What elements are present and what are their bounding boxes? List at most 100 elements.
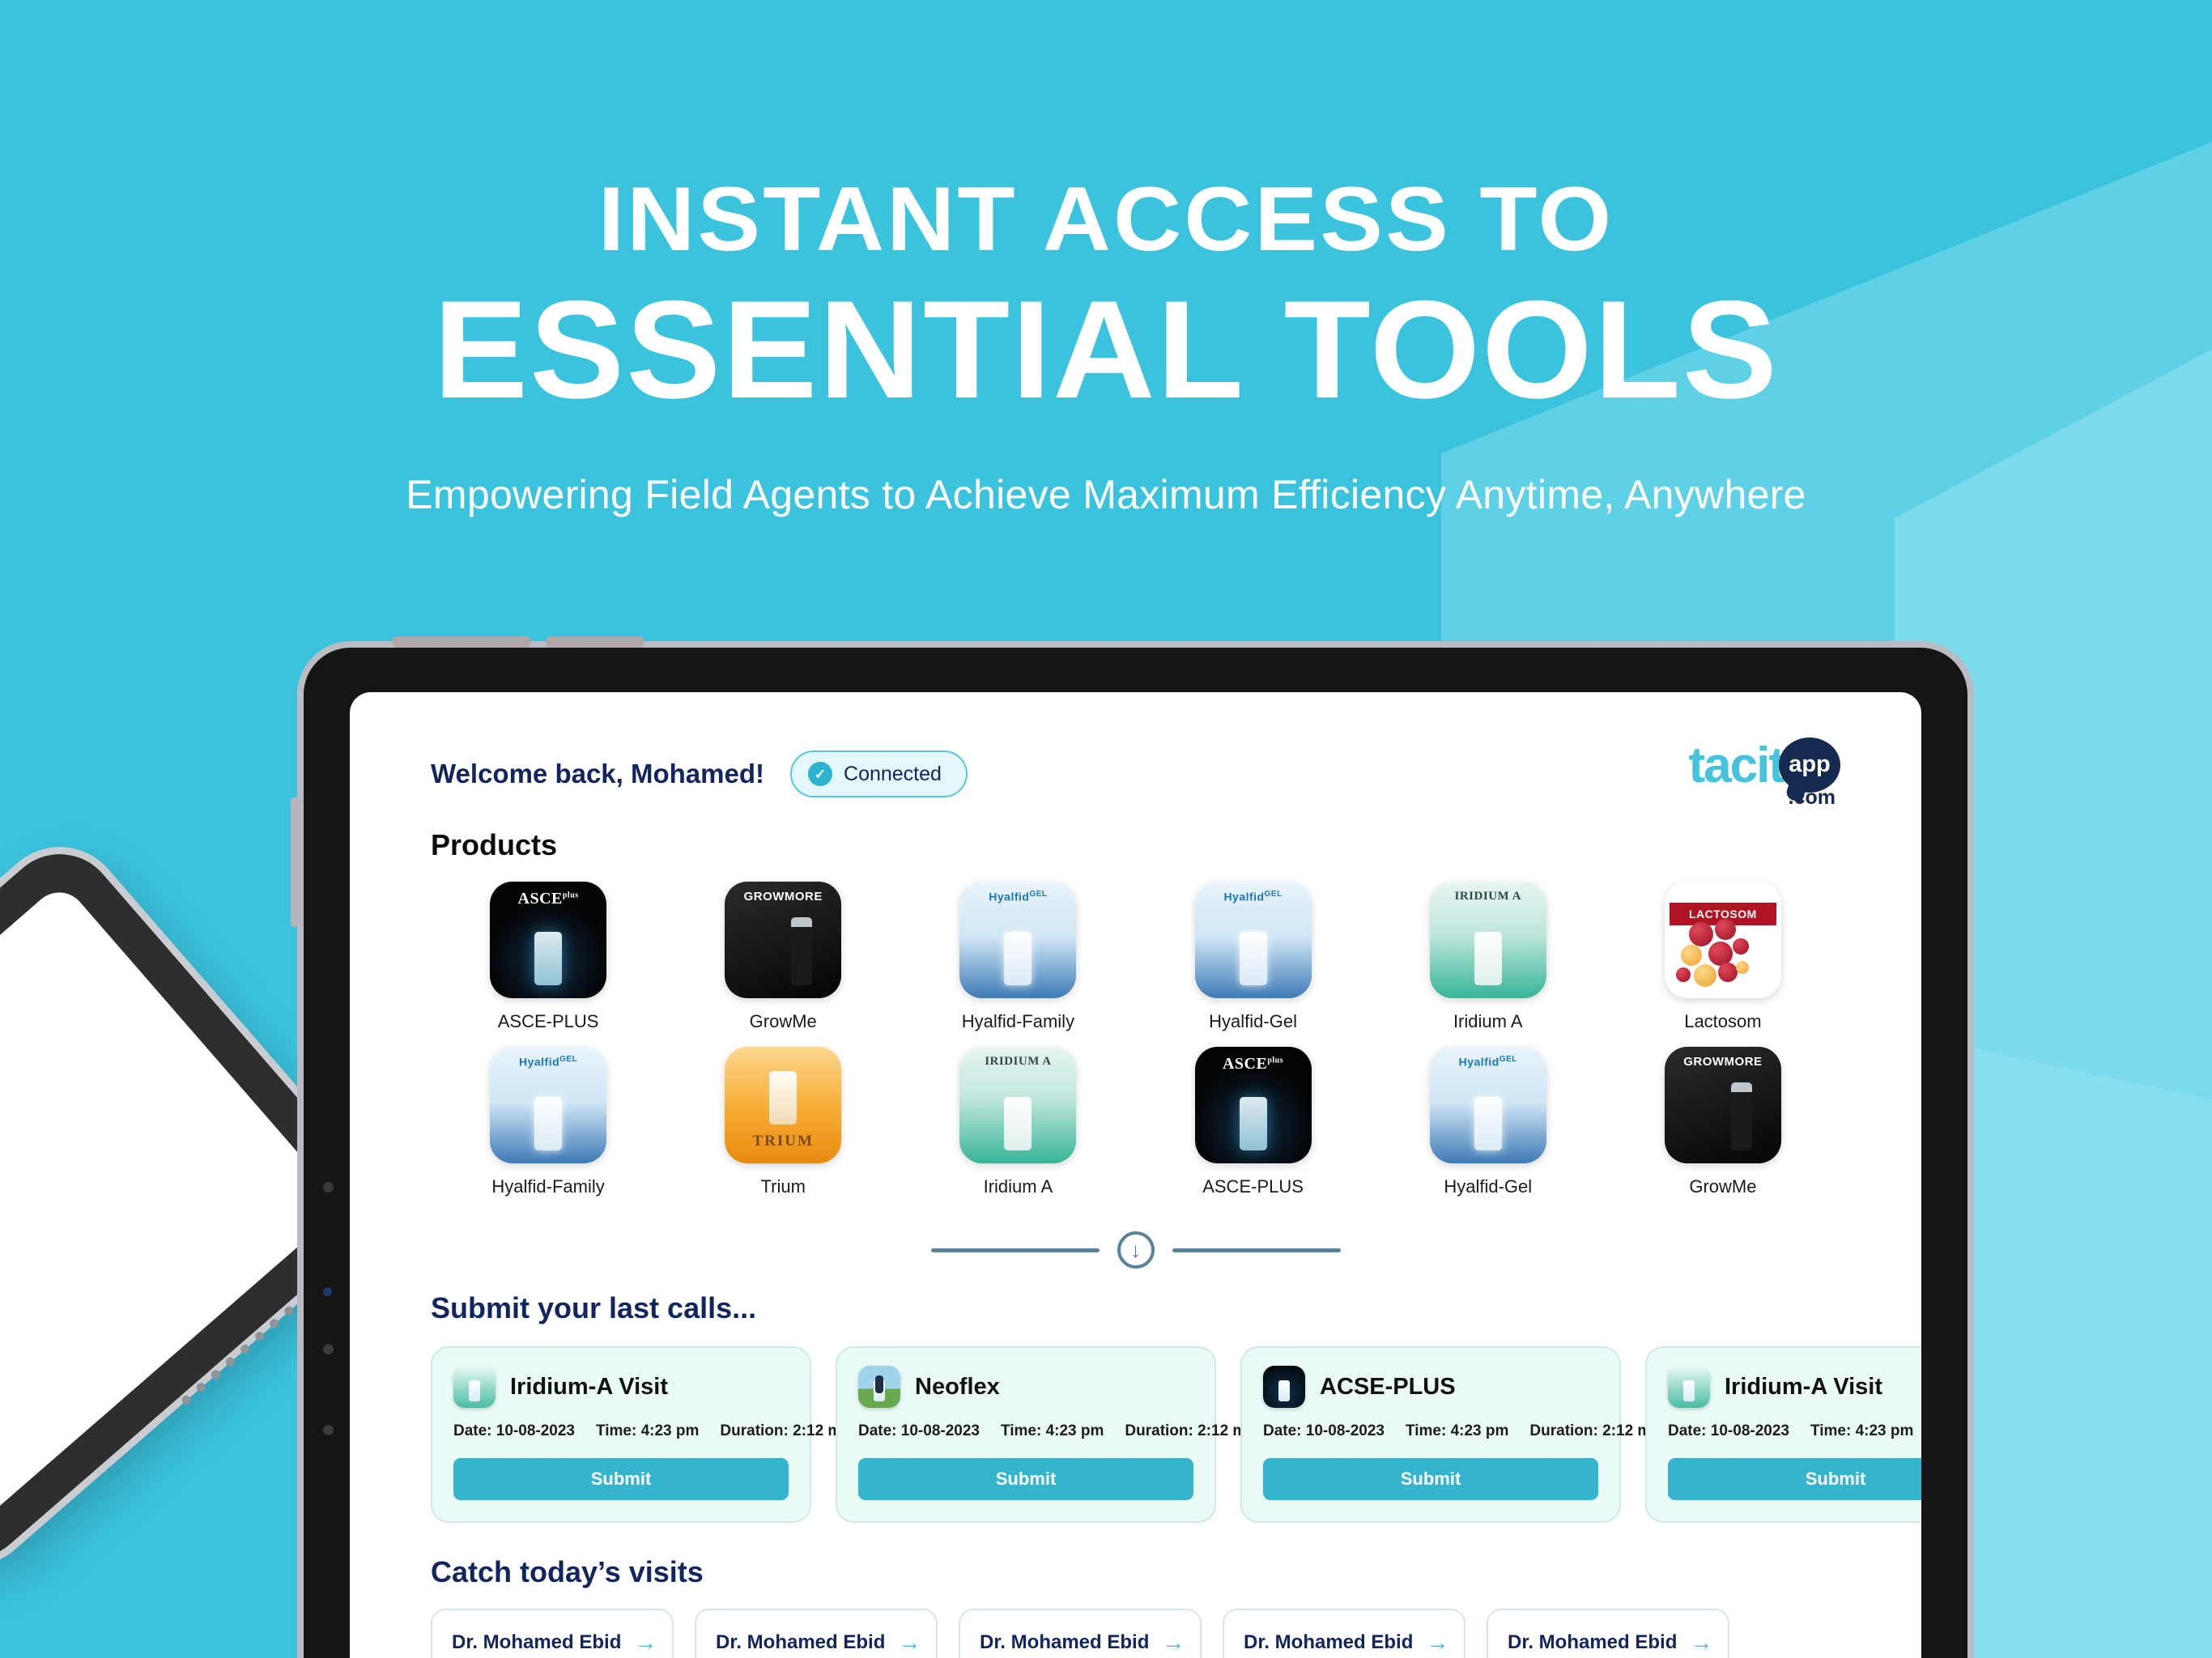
submit-button[interactable]: Submit [1668,1458,1921,1500]
product-item[interactable]: LACTOSOM Lactosom [1606,882,1840,1032]
product-tile-icon[interactable]: ASCEplus [1194,1047,1312,1163]
product-tile-artwork [1474,1097,1502,1150]
product-tile-artwork [1474,932,1502,985]
visit-card[interactable]: Dr. Mohamed Ebid → [1487,1609,1729,1658]
hero-subtitle: Empowering Field Agents to Achieve Maxim… [406,472,1806,518]
product-tile-icon[interactable]: HyalfidGEL [1194,882,1312,998]
visit-card[interactable]: Dr. Mohamed Ebid → [959,1609,1202,1658]
call-card[interactable]: Neoflex Date: 10-08-2023 Time: 4:23 pm Dura… [836,1346,1269,1523]
product-name-label: Hyalfid-Gel [1444,1176,1533,1197]
product-name-label: Iridium A [983,1176,1053,1197]
product-item[interactable]: ASCEplus ASCE-PLUS [1135,1047,1370,1197]
divider-line-left [930,1248,1100,1252]
call-card[interactable]: ACSE-PLUS Date: 10-08-2023 Time: 4:23 pm Du… [1240,1346,1674,1523]
call-title: Iridium-A Visit [1725,1373,1882,1400]
call-icon-artwork [469,1380,480,1401]
call-icon-artwork [874,1380,885,1401]
status-badge-label: Connected [844,762,942,785]
product-name-label: GrowMe [1689,1176,1757,1197]
app-viewport: Welcome back, Mohamed! ✓ Connected tacit… [350,692,1921,1658]
product-tile-icon[interactable]: IRIDIUM A [1429,882,1546,998]
call-product-icon [858,1366,900,1408]
product-name-label: Hyalfid-Family [491,1176,605,1197]
arrow-right-icon[interactable]: → [1426,1631,1448,1654]
visit-card[interactable]: Dr. Mohamed Ebid → [431,1609,674,1658]
product-tile-label: IRIDIUM A [985,1055,1052,1068]
product-tile-artwork [1239,932,1267,985]
hero-section: INSTANT ACCESS TO ESSENTIAL TOOLS Empowe… [0,174,2212,518]
product-tile-label: ASCEplus [1222,1055,1284,1073]
calls-section-title: Submit your last calls... [431,1291,757,1324]
call-time: Time: 4:23 pm [595,1422,700,1439]
call-time: Time: 4:23 pm [1810,1422,1914,1439]
product-tile-label: TRIUM [752,1133,814,1150]
product-tile-icon[interactable]: LACTOSOM [1664,882,1781,998]
product-name-label: Trium [760,1176,806,1197]
visits-section-title: Catch today’s visits [431,1555,704,1588]
product-tile-sublabel: plus [1267,1056,1284,1065]
tablet-volume-button [393,636,530,648]
call-icon-artwork [1683,1380,1695,1401]
product-item[interactable]: IRIDIUM A Iridium A [1371,882,1606,1032]
call-meta: Date: 10-08-2023Time: 4:23 pmDuration: 2… [1263,1422,1674,1440]
arrow-right-icon[interactable]: → [1162,1631,1185,1654]
submit-button[interactable]: Submit [858,1458,1193,1500]
product-item[interactable]: IRIDIUM A Iridium A [900,1047,1135,1197]
product-item[interactable]: HyalfidGEL Hyalfid-Gel [1371,1047,1606,1197]
product-item[interactable]: GROWMORE GrowMe [1606,1047,1840,1197]
status-badge[interactable]: ✓ Connected [790,750,968,797]
call-card[interactable]: Iridium-A Visit Date: 10-08-2023 Time: 4:2… [1645,1346,1921,1523]
hero-headline-line2: ESSENTIAL TOOLS [433,272,1779,427]
visit-card[interactable]: Dr. Mohamed Ebid → [695,1609,938,1658]
product-tile-label: HyalfidGEL [1223,890,1283,903]
call-meta: Date: 10-08-2023Time: 4:23 pmDuration: 2… [1668,1422,1921,1440]
product-tile-sublabel: GEL [1499,1055,1517,1064]
product-tile-icon[interactable]: IRIDIUM A [959,1047,1077,1163]
product-tile-icon[interactable]: HyalfidGEL [490,1047,607,1163]
product-item[interactable]: TRIUM Trium [666,1047,900,1197]
visit-card[interactable]: Dr. Mohamed Ebid → [1223,1609,1465,1658]
product-tile-icon[interactable]: HyalfidGEL [1429,1047,1546,1163]
circle-down-arrow-icon[interactable]: ↓ [1117,1231,1155,1269]
product-tile-label: ASCEplus [517,890,579,908]
tablet-side-button [291,797,302,927]
call-product-icon [453,1366,496,1408]
products-grid: ASCEplus ASCE-PLUS GROWMORE GrowMe HyalfidGE… [431,882,1840,1197]
product-item[interactable]: HyalfidGEL Hyalfid-Family [431,1047,666,1197]
arrow-right-icon[interactable]: → [634,1631,657,1654]
call-time: Time: 4:23 pm [1000,1422,1104,1439]
call-meta: Date: 10-08-2023Time: 4:23 pmDuration: 2… [453,1422,864,1440]
product-tile-icon[interactable]: TRIUM [725,1047,842,1163]
call-title: ACSE-PLUS [1320,1373,1456,1400]
product-tile-icon[interactable]: GROWMORE [1664,1047,1781,1163]
product-item[interactable]: GROWMORE GrowMe [666,882,900,1032]
product-tile-artwork [1004,1097,1032,1150]
tablet-microphone-dot [323,1182,334,1192]
visit-doctor-name: Dr. Mohamed Ebid [980,1631,1150,1653]
check-circle-icon: ✓ [808,762,833,786]
visit-doctor-name: Dr. Mohamed Ebid [716,1631,886,1653]
scroll-divider[interactable]: ↓ [431,1231,1840,1269]
tablet-screen: Welcome back, Mohamed! ✓ Connected tacit… [350,692,1921,1658]
tablet-sensor-dot-2 [323,1425,334,1435]
product-item[interactable]: ASCEplus ASCE-PLUS [431,882,666,1032]
product-tile-icon[interactable]: HyalfidGEL [959,882,1077,998]
product-tile-icon[interactable]: ASCEplus [490,882,607,998]
product-item[interactable]: HyalfidGEL Hyalfid-Family [900,882,1135,1032]
product-tile-label: HyalfidGEL [518,1055,578,1069]
submit-button[interactable]: Submit [1263,1458,1598,1500]
product-tile-artwork [791,917,813,985]
tablet-camera-dot [323,1287,332,1296]
arrow-right-icon[interactable]: → [898,1631,921,1654]
logo-row: tacit app [1688,737,1840,793]
product-item[interactable]: HyalfidGEL Hyalfid-Gel [1135,882,1370,1032]
logo-bubble-text: app [1789,751,1831,777]
welcome-message: Welcome back, Mohamed! [431,759,765,789]
product-tile-icon[interactable]: GROWMORE [725,882,842,998]
call-card[interactable]: Iridium-A Visit Date: 10-08-2023 Time: 4:2… [431,1346,864,1523]
submit-button[interactable]: Submit [453,1458,789,1500]
arrow-right-icon[interactable]: → [1690,1631,1712,1654]
product-tile-artwork [534,932,563,985]
logo-wordmark: tacit [1688,737,1785,793]
tacit-app-logo: tacit app .com [1688,737,1840,808]
